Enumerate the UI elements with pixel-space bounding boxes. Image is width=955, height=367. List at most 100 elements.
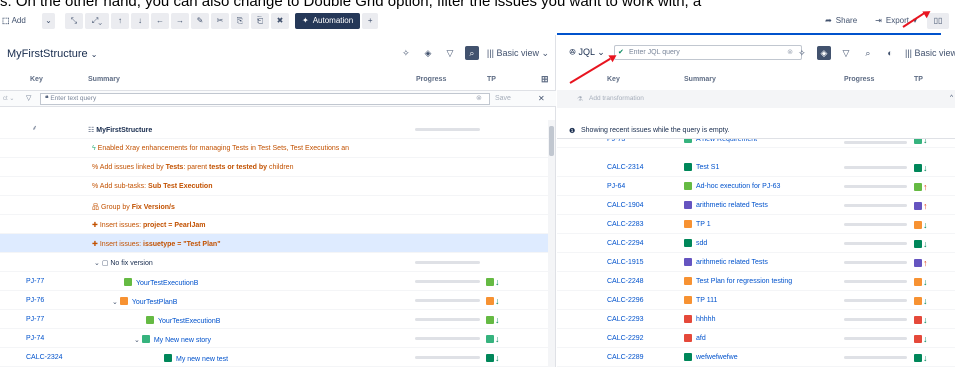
chevron-up-icon[interactable]: ^	[950, 94, 953, 101]
table-row[interactable]: CALC-2283 TP 1 ↓	[557, 215, 955, 234]
collapse-icon[interactable]: ⤢⌄	[85, 12, 109, 29]
priority-down-icon: ↓	[923, 277, 928, 287]
text-query-input[interactable]: ❝ Enter text query	[40, 93, 490, 105]
table-row[interactable]: CALC-2293 hhhhh ↓	[557, 310, 955, 329]
test-issue-icon	[684, 239, 692, 247]
pin-icon[interactable]: ✧	[795, 46, 809, 60]
toggle-icon[interactable]: ◐	[883, 46, 897, 60]
expand-all-icon[interactable]: ⤡	[65, 12, 83, 29]
view-selector[interactable]: ||| Basic view	[905, 48, 955, 58]
issue-key-link[interactable]: PJ-77	[26, 278, 44, 285]
add-generator-button[interactable]: +	[362, 12, 379, 29]
issue-key-link[interactable]: PJ-74	[26, 335, 44, 342]
chevron-down-icon[interactable]: ⌄	[134, 337, 142, 344]
table-row[interactable]: CALC-2292 afd ↓	[557, 329, 955, 348]
col-tp[interactable]: TP	[487, 76, 496, 83]
issue-key-link[interactable]: CALC-2292	[607, 335, 644, 342]
col-progress[interactable]: Progress	[416, 76, 446, 83]
issue-key-link[interactable]: CALC-2248	[607, 278, 644, 285]
close-icon[interactable]: ✕	[538, 94, 545, 103]
save-query-button[interactable]: Save	[495, 95, 511, 102]
table-row[interactable]: CALC-2248 Test Plan for regression testin…	[557, 272, 955, 291]
issue-key-link[interactable]: CALC-2293	[607, 316, 644, 323]
col-tp[interactable]: TP	[914, 76, 923, 83]
paste-icon[interactable]: ⎗	[251, 12, 269, 29]
table-row[interactable]: PJ-77 YourTestExecutionB ↓	[0, 272, 548, 291]
table-row[interactable]: ✚ Insert issues: project = PearlJam	[0, 215, 548, 234]
pin-icon[interactable]: ✧	[399, 46, 413, 60]
export-button[interactable]: ⇥ Export ▾	[867, 13, 925, 29]
left-scrollbar[interactable]	[548, 120, 555, 367]
issue-key-link[interactable]: CALC-1915	[607, 259, 644, 266]
col-key[interactable]: Key	[30, 76, 43, 83]
table-row[interactable]: CALC-2289 wefwefwefwe ↓	[557, 348, 955, 367]
search-icon[interactable]: ⌕	[861, 46, 875, 60]
clear-icon[interactable]: ⊗	[476, 94, 482, 102]
share-button[interactable]: ➦ Share	[817, 13, 865, 29]
layers-icon[interactable]: ◈	[421, 46, 435, 60]
table-row[interactable]: % Add sub-tasks: Sub Test Execution	[0, 177, 548, 196]
table-row[interactable]: PJ-64 Ad-hoc execution for PJ-63 ↑	[557, 177, 955, 196]
move-left-icon[interactable]: ←	[151, 12, 169, 29]
table-row[interactable]: 品 Group by Fix Version/s	[0, 196, 548, 215]
issue-key-link[interactable]: CALC-2283	[607, 221, 644, 228]
add-column-icon[interactable]: ⊞	[541, 74, 549, 85]
chevron-down-icon[interactable]: ⌄	[112, 299, 120, 306]
issue-key-link[interactable]: PJ-64	[607, 183, 625, 190]
issue-key-link[interactable]: PJ-76	[26, 297, 44, 304]
copy-icon[interactable]: ⎘	[231, 12, 249, 29]
table-row[interactable]: CALC-2314 Test S1 ↓	[557, 158, 955, 177]
table-row[interactable]: CALC-2294 sdd ↓	[557, 234, 955, 253]
tp-cell: ↓	[486, 296, 500, 306]
table-row[interactable]: PJ-76 ⌄ YourTestPlanB ↓	[0, 291, 548, 310]
col-summary[interactable]: Summary	[88, 76, 120, 83]
issue-key-link[interactable]: CALC-2314	[607, 164, 644, 171]
issue-key-link[interactable]: PJ-73	[607, 139, 625, 143]
structure-selector[interactable]: MyFirstStructure ⌄	[7, 48, 97, 60]
table-row[interactable]: PJ-73 A new Requirement ↓	[557, 139, 955, 148]
chevron-down-icon[interactable]: ⌄	[94, 260, 102, 267]
jql-mode-dropdown[interactable]: ꔮ JQL ⌄	[569, 47, 605, 58]
move-right-icon[interactable]: →	[171, 12, 189, 29]
cut-icon[interactable]: ✂	[211, 12, 229, 29]
table-row[interactable]: CALC-1904 arithmetic related Tests ↑	[557, 196, 955, 215]
col-progress[interactable]: Progress	[844, 76, 874, 83]
table-row[interactable]: ϟ Enabled Xray enhancements for managing…	[0, 139, 548, 158]
issue-key-link[interactable]: CALC-2296	[607, 297, 644, 304]
table-row[interactable]: CALC-2324 My new new test ↓	[0, 348, 548, 367]
row-summary: Ad-hoc execution for PJ-63	[684, 182, 780, 190]
pin-icon: ⸙	[32, 125, 38, 132]
col-summary[interactable]: Summary	[684, 76, 716, 83]
delete-icon[interactable]: ✖	[271, 12, 289, 29]
add-button[interactable]: ⬚ Add	[0, 13, 40, 29]
move-down-icon[interactable]: ↓	[131, 12, 149, 29]
layers-icon[interactable]: ◈	[816, 46, 831, 60]
table-row[interactable]: PJ-74 ⌄ My New new story ↓	[0, 329, 548, 348]
issue-key-link[interactable]: CALC-2324	[26, 354, 63, 361]
clear-icon[interactable]: ⊗	[787, 46, 793, 59]
table-row[interactable]: PJ-77 YourTestExecutionB ↓	[0, 310, 548, 329]
issue-key-link[interactable]: PJ-77	[26, 316, 44, 323]
table-row[interactable]: ✚ Insert issues: issuetype = "Test Plan"	[0, 234, 548, 253]
issue-key-link[interactable]: CALC-2289	[607, 354, 644, 361]
add-transformation-row[interactable]: ⚗ Add transformation ^	[557, 90, 955, 108]
issue-key-link[interactable]: CALC-2294	[607, 240, 644, 247]
tp-cell: ↓	[914, 220, 928, 230]
table-row[interactable]: ⸙ ☷ MyFirstStructure	[0, 120, 548, 139]
jql-query-input[interactable]: ✔ Enter JQL query ⊗	[614, 45, 802, 60]
table-row[interactable]: CALC-1915 arithmetic related Tests ↑	[557, 253, 955, 272]
col-key[interactable]: Key	[607, 76, 620, 83]
edit-icon[interactable]: ✎	[191, 12, 209, 29]
move-up-icon[interactable]: ↑	[111, 12, 129, 29]
add-dropdown-button[interactable]: ⌄	[42, 12, 55, 29]
table-row[interactable]: CALC-2296 TP 111 ↓	[557, 291, 955, 310]
filter-icon[interactable]: ▽	[839, 46, 853, 60]
automation-button[interactable]: ✦ Automation	[295, 12, 361, 29]
issue-key-link[interactable]: CALC-1904	[607, 202, 644, 209]
view-selector[interactable]: ||| Basic view ⌄	[487, 48, 549, 59]
search-icon[interactable]: ⌕	[464, 46, 479, 60]
table-row[interactable]: ⌄ ▢ No fix version	[0, 253, 548, 272]
filter-icon[interactable]: ▽	[443, 46, 457, 60]
table-row[interactable]: % Add issues linked by Tests: parent tes…	[0, 158, 548, 177]
filter-mode-dropdown[interactable]: ct ⌄	[3, 95, 14, 102]
